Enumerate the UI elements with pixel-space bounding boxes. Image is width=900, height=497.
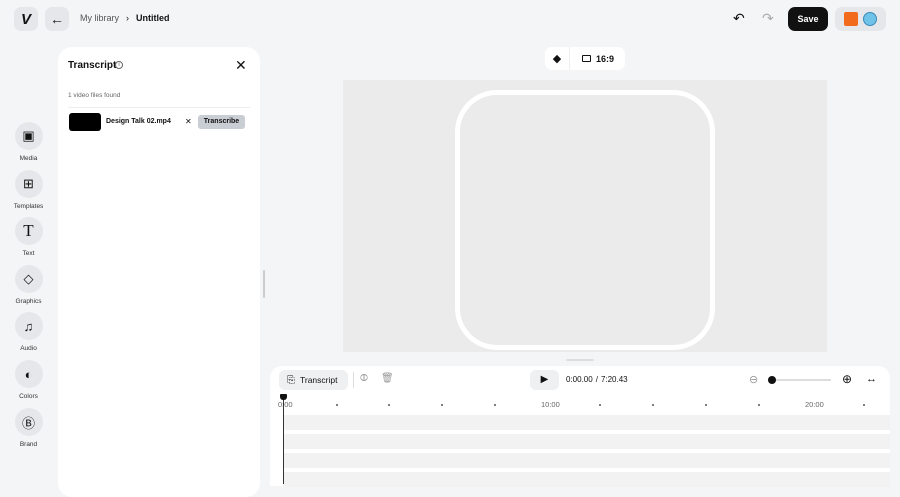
canvas-shape[interactable] [455,90,715,350]
video-thumbnail [69,113,101,131]
zoom-slider-thumb[interactable] [768,376,776,384]
transcript-panel: Transcript i ✕ 1 video files found Desig… [58,47,260,497]
zoom-slider[interactable] [768,376,831,384]
chevron-right-icon: › [126,13,130,23]
current-time: 0:00.00 [566,375,593,384]
transcript-icon: ⎘ [287,374,295,386]
shapes-icon: ◇ [14,265,43,293]
sidebar-item-colors[interactable]: ◐ Colors [0,360,57,400]
sidebar-label: Audio [20,345,37,352]
transcript-toggle-button[interactable]: ⎘ Transcript [279,370,348,390]
panel-resize-handle[interactable] [263,270,265,298]
video-canvas[interactable] [343,80,827,352]
breadcrumb-current: Untitled [136,13,170,23]
resize-handle[interactable] [566,359,594,361]
breadcrumb: My library › Untitled [80,13,170,23]
divider [353,372,354,388]
save-button[interactable]: Save [788,7,828,31]
sidebar-item-graphics[interactable]: ◇ Graphics [0,265,57,305]
brand-icon: Ⓑ [14,408,43,436]
delete-button[interactable]: 🗑︎ [381,373,394,384]
collaborators[interactable] [835,7,886,31]
palette-icon: ◐ [14,360,43,388]
ruler-label: 10:00 [541,400,560,409]
aspect-ratio-icon [582,55,591,62]
image-icon: ▣ [14,122,43,150]
ruler-tick [336,404,338,406]
ruler-tick [599,404,601,406]
fill-color-icon[interactable]: ◆ [545,52,569,65]
transcribe-button[interactable]: Transcribe [198,115,245,129]
time-display: 0:00.00 / 7:20.43 [566,375,628,384]
timeline-track[interactable] [283,415,890,430]
play-button[interactable]: ▶ [530,370,559,390]
sidebar-label: Media [19,155,38,162]
file-count: 1 video files found [68,92,121,99]
breadcrumb-parent[interactable]: My library [80,13,119,23]
transcript-toggle-label: Transcript [300,375,338,385]
music-icon: ♫ [14,312,43,340]
zoom-out-button[interactable]: ⊖ [749,373,758,386]
ruler-tick [863,404,865,406]
sidebar-label: Graphics [15,298,42,305]
redo-button[interactable]: ↷ [762,10,774,27]
workspace-avatar [844,12,858,26]
arrow-left-icon: ← [50,11,64,27]
ruler-label: 0:00 [278,400,293,409]
ruler-label: 20:00 [805,400,824,409]
sidebar-item-brand[interactable]: Ⓑ Brand [0,408,57,448]
sidebar-label: Colors [19,393,38,400]
sidebar-item-text[interactable]: T Text [0,217,57,257]
playhead-handle[interactable] [280,394,287,400]
fit-timeline-button[interactable]: ↔ [866,373,877,385]
template-icon: ⊞ [14,170,43,198]
sidebar-item-media[interactable]: ▣ Media [0,122,57,162]
ruler-tick [758,404,760,406]
time-separator: / [595,375,598,384]
back-button[interactable]: ← [45,7,69,31]
file-name: Design Talk 02.mp4 [106,118,171,125]
undo-button[interactable]: ↶ [733,10,745,27]
duration: 7:20.43 [600,375,628,384]
ruler-tick [705,404,707,406]
remove-file-button[interactable]: ✕ [185,117,192,126]
zoom-in-button[interactable]: ⊕ [842,372,852,386]
sidebar-item-audio[interactable]: ♫ Audio [0,312,57,352]
ruler-tick [494,404,496,406]
user-avatar [863,12,877,26]
playhead[interactable] [283,400,284,484]
close-button[interactable]: ✕ [235,57,247,74]
text-icon: T [14,217,43,245]
split-button[interactable]: ⦷ [360,373,368,384]
ruler-tick [388,404,390,406]
sidebar-label: Text [22,250,35,257]
vimeo-logo[interactable]: V [14,7,38,31]
panel-title: Transcript [68,60,117,71]
sidebar-item-templates[interactable]: ⊞ Templates [0,170,57,210]
timeline-track[interactable] [283,453,890,468]
timeline-track[interactable] [283,472,890,487]
ruler-tick [441,404,443,406]
timeline-track[interactable] [283,434,890,449]
canvas-toolbar: ◆ 16:9 [545,47,625,70]
sidebar-label: Templates [13,203,44,210]
ruler-tick [652,404,654,406]
sidebar-label: Brand [19,441,38,448]
info-icon[interactable]: i [115,61,123,69]
divider [68,107,250,108]
aspect-ratio-button[interactable]: 16:9 [596,54,614,64]
